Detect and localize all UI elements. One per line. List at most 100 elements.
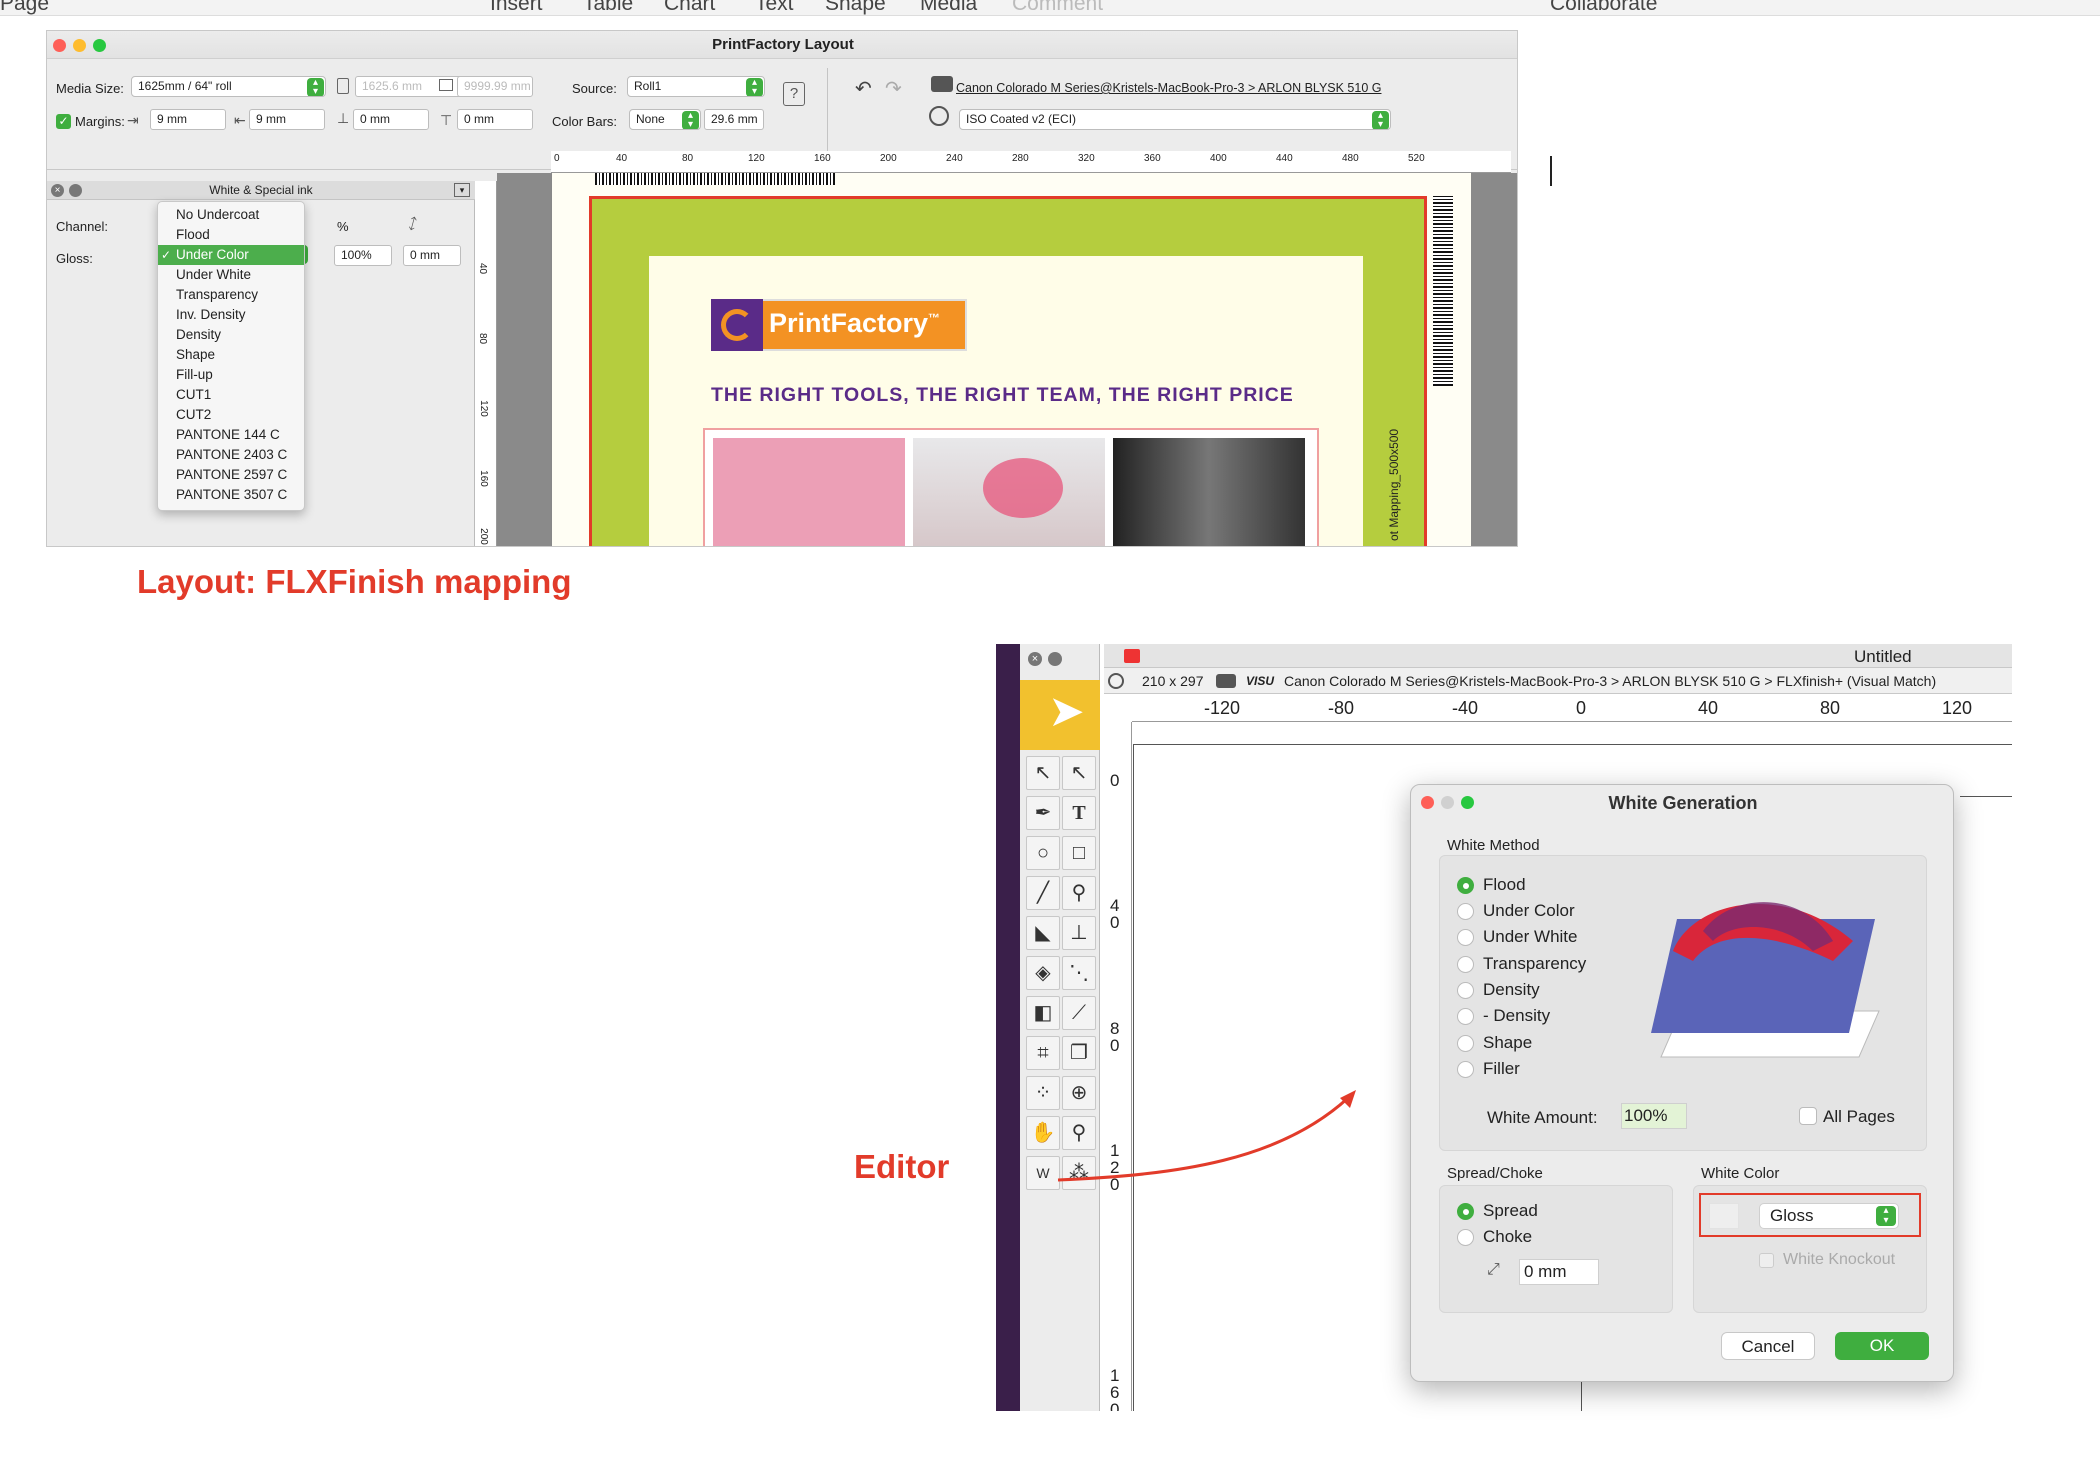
radio-spread[interactable] <box>1457 1203 1474 1220</box>
detach-panel-icon[interactable] <box>69 184 82 197</box>
settings-icon[interactable] <box>1108 673 1124 689</box>
all-pages-checkbox[interactable] <box>1799 1107 1817 1125</box>
radio-under-color[interactable] <box>1457 903 1474 920</box>
redo-icon[interactable]: ↷ <box>885 76 902 101</box>
undo-icon[interactable]: ↶ <box>855 76 872 101</box>
zoom-dialog-button[interactable] <box>1461 796 1474 809</box>
knife-icon[interactable]: ◣ <box>1026 916 1060 950</box>
source-select[interactable]: Roll1 ▴ ▾ <box>627 76 765 97</box>
dropdown-item[interactable]: CUT2 <box>158 405 304 425</box>
white-amount-label: White Amount: <box>1487 1108 1598 1127</box>
close-window-button[interactable] <box>53 39 66 52</box>
radio-transparency[interactable] <box>1457 956 1474 973</box>
channel-label: Channel: <box>56 219 109 234</box>
menu-collaborate[interactable]: Collaborate <box>1550 0 1657 15</box>
collapse-panel-icon[interactable]: ▾ <box>454 183 470 197</box>
dropdown-item[interactable]: PANTONE 144 C <box>158 425 304 445</box>
margin-top-field[interactable]: 0 mm <box>457 109 533 130</box>
radio-filler[interactable] <box>1457 1061 1474 1078</box>
spread-value-field[interactable]: 0 mm <box>1519 1259 1599 1285</box>
gradient-icon[interactable]: ◧ <box>1026 996 1060 1030</box>
gloss-percent-field[interactable]: 100% <box>334 245 392 266</box>
rectangle-icon[interactable]: □ <box>1062 836 1096 870</box>
radio-under-white[interactable] <box>1457 929 1474 946</box>
media-length-field[interactable]: 9999.99 mm <box>457 76 533 97</box>
radio-inv-density[interactable] <box>1457 1008 1474 1025</box>
select-arrow-icon[interactable]: ↖ <box>1026 756 1060 790</box>
dropdown-item[interactable]: PANTONE 3507 C <box>158 485 304 505</box>
printer-icon <box>931 76 953 92</box>
radio-density[interactable] <box>1457 982 1474 999</box>
menu-text[interactable]: Text <box>755 0 794 15</box>
zoom-window-button[interactable] <box>93 39 106 52</box>
dropdown-item[interactable]: Density <box>158 325 304 345</box>
color-bars-select[interactable]: None ▴ ▾ <box>629 109 701 130</box>
margin-left-field[interactable]: 9 mm <box>150 109 226 130</box>
close-dialog-button[interactable] <box>1421 796 1434 809</box>
dropdown-item[interactable]: CUT1 <box>158 385 304 405</box>
dropdown-item-selected[interactable]: ✓ Under Color <box>158 245 304 265</box>
media-size-label: Media Size: <box>56 81 124 96</box>
crop-icon[interactable]: ⌗ <box>1026 1036 1060 1070</box>
help-icon[interactable]: ? <box>783 82 805 106</box>
minimize-window-button[interactable] <box>73 39 86 52</box>
radio-flood[interactable] <box>1457 877 1474 894</box>
menu-table[interactable]: Table <box>583 0 633 15</box>
blend-icon[interactable]: ◈ <box>1026 956 1060 990</box>
dropdown-item[interactable]: Shape <box>158 345 304 365</box>
pages-icon[interactable]: ❐ <box>1062 1036 1096 1070</box>
close-icon[interactable]: × <box>1028 652 1042 666</box>
radio-choke[interactable] <box>1457 1229 1474 1246</box>
dropdown-item[interactable]: Under White <box>158 265 304 285</box>
menu-shape[interactable]: Shape <box>825 0 886 15</box>
media-size-select[interactable]: 1625mm / 64" roll ▴ ▾ <box>131 76 326 97</box>
dropdown-item[interactable]: Flood <box>158 225 304 245</box>
photo-face <box>1113 438 1305 546</box>
gloss-spread-field[interactable]: 0 mm <box>403 245 461 266</box>
radio-shape[interactable] <box>1457 1035 1474 1052</box>
ruler-label: 40 <box>616 153 628 164</box>
white-color-label: White Color <box>1701 1165 1780 1182</box>
margin-bottom-icon: ⊥ <box>337 110 350 126</box>
text-icon[interactable]: T <box>1062 796 1096 830</box>
white-amount-field[interactable]: 100% <box>1621 1103 1687 1129</box>
margin-bottom-field[interactable]: 0 mm <box>353 109 429 130</box>
menu-page[interactable]: Page <box>0 0 49 15</box>
menu-insert[interactable]: Insert <box>490 0 543 15</box>
dropdown-item[interactable]: No Undercoat <box>158 205 304 225</box>
color-swatch <box>1709 1203 1739 1229</box>
ok-button[interactable]: OK <box>1835 1332 1929 1360</box>
white-knockout-checkbox[interactable] <box>1759 1253 1774 1268</box>
spread-icon: ⤢ <box>403 213 422 233</box>
lasso-icon[interactable]: ○ <box>1026 836 1060 870</box>
white-color-select[interactable]: Gloss ▴ ▾ <box>1759 1203 1899 1229</box>
photo-smoke <box>913 438 1105 546</box>
margin-right-field[interactable]: 9 mm <box>249 109 325 130</box>
direct-select-icon[interactable]: ↖ <box>1062 756 1096 790</box>
node-icon[interactable]: ⋱ <box>1062 956 1096 990</box>
menu-media[interactable]: Media <box>920 0 977 15</box>
printer-link[interactable]: Canon Colorado M Series@Kristels-MacBook… <box>956 81 1381 95</box>
color-bars-size-field[interactable]: 29.6 mm <box>704 109 764 130</box>
pen-icon[interactable]: ✒ <box>1026 796 1060 830</box>
menu-comment[interactable]: Comment <box>1012 0 1103 15</box>
brush-icon[interactable]: ╱ <box>1026 876 1060 910</box>
profile-select[interactable]: ISO Coated v2 (ECI) ▴ ▾ <box>959 109 1391 130</box>
spread-choke-group <box>1439 1185 1673 1313</box>
margins-checkbox[interactable]: ✓ <box>56 114 71 129</box>
eyedropper-icon[interactable]: ⚲ <box>1062 876 1096 910</box>
detach-icon[interactable] <box>1048 652 1062 666</box>
ruler-label: -40 <box>1452 698 1479 718</box>
dropdown-item[interactable]: PANTONE 2597 C <box>158 465 304 485</box>
stamp-icon[interactable]: ⊥ <box>1062 916 1096 950</box>
close-panel-icon[interactable]: × <box>51 184 64 197</box>
dropdown-item[interactable]: Inv. Density <box>158 305 304 325</box>
measure-icon[interactable]: ⟋ <box>1062 996 1096 1030</box>
dropdown-item[interactable]: Transparency <box>158 285 304 305</box>
dropdown-item[interactable]: PANTONE 2403 C <box>158 445 304 465</box>
menu-chart[interactable]: Chart <box>664 0 715 15</box>
annotation-arrow <box>1057 1090 1356 1182</box>
cancel-button[interactable]: Cancel <box>1721 1332 1815 1360</box>
white-knockout-label: White Knockout <box>1783 1251 1896 1268</box>
dropdown-item[interactable]: Fill-up <box>158 365 304 385</box>
